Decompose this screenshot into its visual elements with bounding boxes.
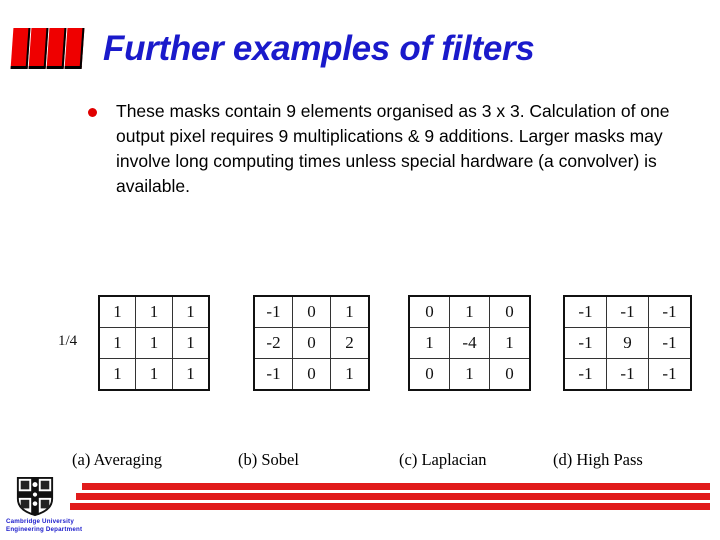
matrix-row: 0 1 0 [408, 295, 531, 328]
matrix-cell: 0 [292, 327, 331, 359]
matrix-cell: 0 [408, 358, 450, 391]
matrix-cell: -1 [648, 358, 692, 391]
matrix-averaging: 1/4 1 1 1 1 1 1 1 1 1 [58, 295, 210, 391]
matrix-sobel: -1 0 1 -2 0 2 -1 0 1 [253, 295, 370, 391]
matrix-cell: 0 [292, 295, 331, 328]
matrix-row: 1 1 1 [98, 295, 210, 328]
matrix-cell: 2 [330, 327, 370, 359]
matrix-cell: 1 [172, 327, 210, 359]
matrix-cell: 1 [98, 327, 136, 359]
matrix-cell: 0 [292, 358, 331, 391]
matrix-cell: 1 [135, 327, 173, 359]
caption-sobel: (b) Sobel [238, 450, 299, 469]
matrix-cell: 1 [135, 358, 173, 391]
matrix-laplacian: 0 1 0 1 -4 1 0 1 0 [408, 295, 531, 391]
matrix-cell: -2 [253, 327, 293, 359]
matrix-cell: 0 [489, 295, 531, 328]
matrix-cell: -1 [606, 295, 649, 328]
matrix-row: -2 0 2 [253, 327, 370, 359]
matrix-cell: 1 [172, 295, 210, 328]
matrix-cell: 1 [449, 358, 490, 391]
footer-stripe-2 [76, 493, 710, 500]
matrix-cell: 1 [330, 295, 370, 328]
matrix-table-sobel: -1 0 1 -2 0 2 -1 0 1 [253, 295, 370, 391]
caption-high-pass: (d) High Pass [553, 450, 643, 469]
matrix-row: -1 -1 -1 [563, 358, 692, 391]
matrix-cell: 1 [98, 295, 136, 328]
matrix-row: -1 -1 -1 [563, 295, 692, 328]
matrix-cell: 1 [172, 358, 210, 391]
matrix-cell: 1 [330, 358, 370, 391]
matrix-table-averaging: 1 1 1 1 1 1 1 1 1 [98, 295, 210, 391]
footer-org-line1: Cambridge University [6, 518, 74, 525]
matrix-cell: -4 [449, 327, 490, 359]
footer-stripe-3 [70, 503, 710, 510]
matrix-cell: 9 [606, 327, 649, 359]
header-logo-bars [10, 28, 88, 69]
filter-matrices: 1/4 1 1 1 1 1 1 1 1 1 -1 0 1 -2 0 2 -1 0… [0, 295, 720, 405]
caption-laplacian: (c) Laplacian [399, 450, 487, 469]
footer-stripe-1 [82, 483, 710, 490]
matrix-table-high-pass: -1 -1 -1 -1 9 -1 -1 -1 -1 [563, 295, 692, 391]
matrix-cell: -1 [563, 327, 607, 359]
footer-organisation: Cambridge University Engineering Departm… [6, 518, 116, 534]
logo-bar-3 [46, 28, 67, 69]
bullet-dot-icon [88, 108, 97, 117]
matrix-cell: 1 [408, 327, 450, 359]
matrix-row: 1 -4 1 [408, 327, 531, 359]
matrix-cell: 0 [408, 295, 450, 328]
matrix-row: -1 9 -1 [563, 327, 692, 359]
matrix-row: 0 1 0 [408, 358, 531, 391]
matrix-high-pass: -1 -1 -1 -1 9 -1 -1 -1 -1 [563, 295, 692, 391]
matrix-cell: -1 [563, 358, 607, 391]
matrix-table-laplacian: 0 1 0 1 -4 1 0 1 0 [408, 295, 531, 391]
matrix-captions: (a) Averaging (b) Sobel (c) Laplacian (d… [0, 450, 720, 474]
matrix-cell: -1 [563, 295, 607, 328]
logo-bar-1 [10, 28, 31, 69]
matrix-scale-averaging: 1/4 [58, 333, 78, 349]
matrix-cell: 1 [98, 358, 136, 391]
matrix-cell: -1 [253, 358, 293, 391]
matrix-cell: -1 [648, 295, 692, 328]
matrix-cell: 1 [449, 295, 490, 328]
matrix-cell: 1 [489, 327, 531, 359]
logo-bar-2 [28, 28, 49, 69]
body-paragraph: These masks contain 9 elements organised… [116, 101, 670, 196]
matrix-cell: -1 [606, 358, 649, 391]
matrix-cell: 0 [489, 358, 531, 391]
matrix-row: -1 0 1 [253, 295, 370, 328]
cambridge-crest-icon [16, 476, 54, 516]
matrix-row: 1 1 1 [98, 358, 210, 391]
matrix-row: -1 0 1 [253, 358, 370, 391]
caption-averaging: (a) Averaging [72, 450, 162, 469]
logo-bar-4 [64, 28, 85, 69]
matrix-row: 1 1 1 [98, 327, 210, 359]
matrix-cell: -1 [648, 327, 692, 359]
page-title: Further examples of filters [103, 29, 535, 68]
matrix-cell: 1 [135, 295, 173, 328]
matrix-cell: -1 [253, 295, 293, 328]
footer-org-line2: Engineering Department [6, 526, 83, 533]
